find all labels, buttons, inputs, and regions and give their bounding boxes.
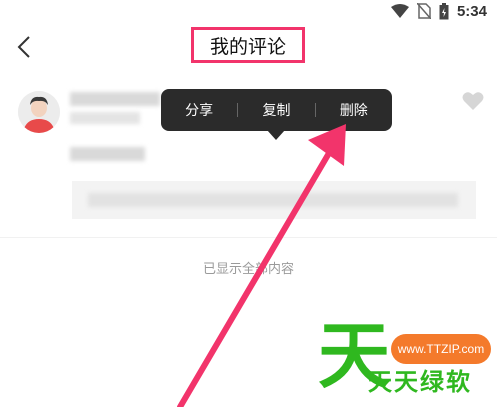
my-comments-screen: 5:34 我的评论 已显示全部内容 分享 复制 删除 天 www.TTZIP.c…: [0, 0, 497, 407]
divider: [0, 237, 497, 238]
wifi-icon: [390, 4, 409, 18]
menu-item-copy[interactable]: 复制: [238, 100, 314, 120]
watermark-brand: 天天绿软: [368, 368, 472, 396]
no-sim-icon: [416, 3, 431, 19]
status-bar: 5:34: [390, 0, 497, 22]
menu-item-delete[interactable]: 删除: [316, 100, 392, 120]
heart-icon: [462, 92, 484, 110]
end-of-list-text: 已显示全部内容: [202, 262, 294, 277]
page-title: 我的评论: [191, 27, 305, 63]
status-time: 5:34: [456, 2, 487, 20]
quoted-text-blurred: [88, 193, 458, 207]
menu-item-share[interactable]: 分享: [161, 100, 237, 120]
like-button[interactable]: [462, 91, 484, 111]
avatar[interactable]: [18, 91, 60, 133]
user-avatar-icon: [18, 91, 60, 133]
watermark-url: www.TTZIP.com: [391, 334, 491, 364]
username-blurred-2: [70, 112, 140, 124]
comment-text-blurred: [70, 147, 145, 161]
quoted-content-box[interactable]: [72, 181, 476, 219]
chevron-left-icon: [17, 36, 30, 58]
battery-icon: [439, 2, 449, 19]
username-blurred: [70, 92, 160, 106]
context-menu: 分享 复制 删除: [161, 89, 392, 140]
back-button[interactable]: [12, 33, 36, 61]
